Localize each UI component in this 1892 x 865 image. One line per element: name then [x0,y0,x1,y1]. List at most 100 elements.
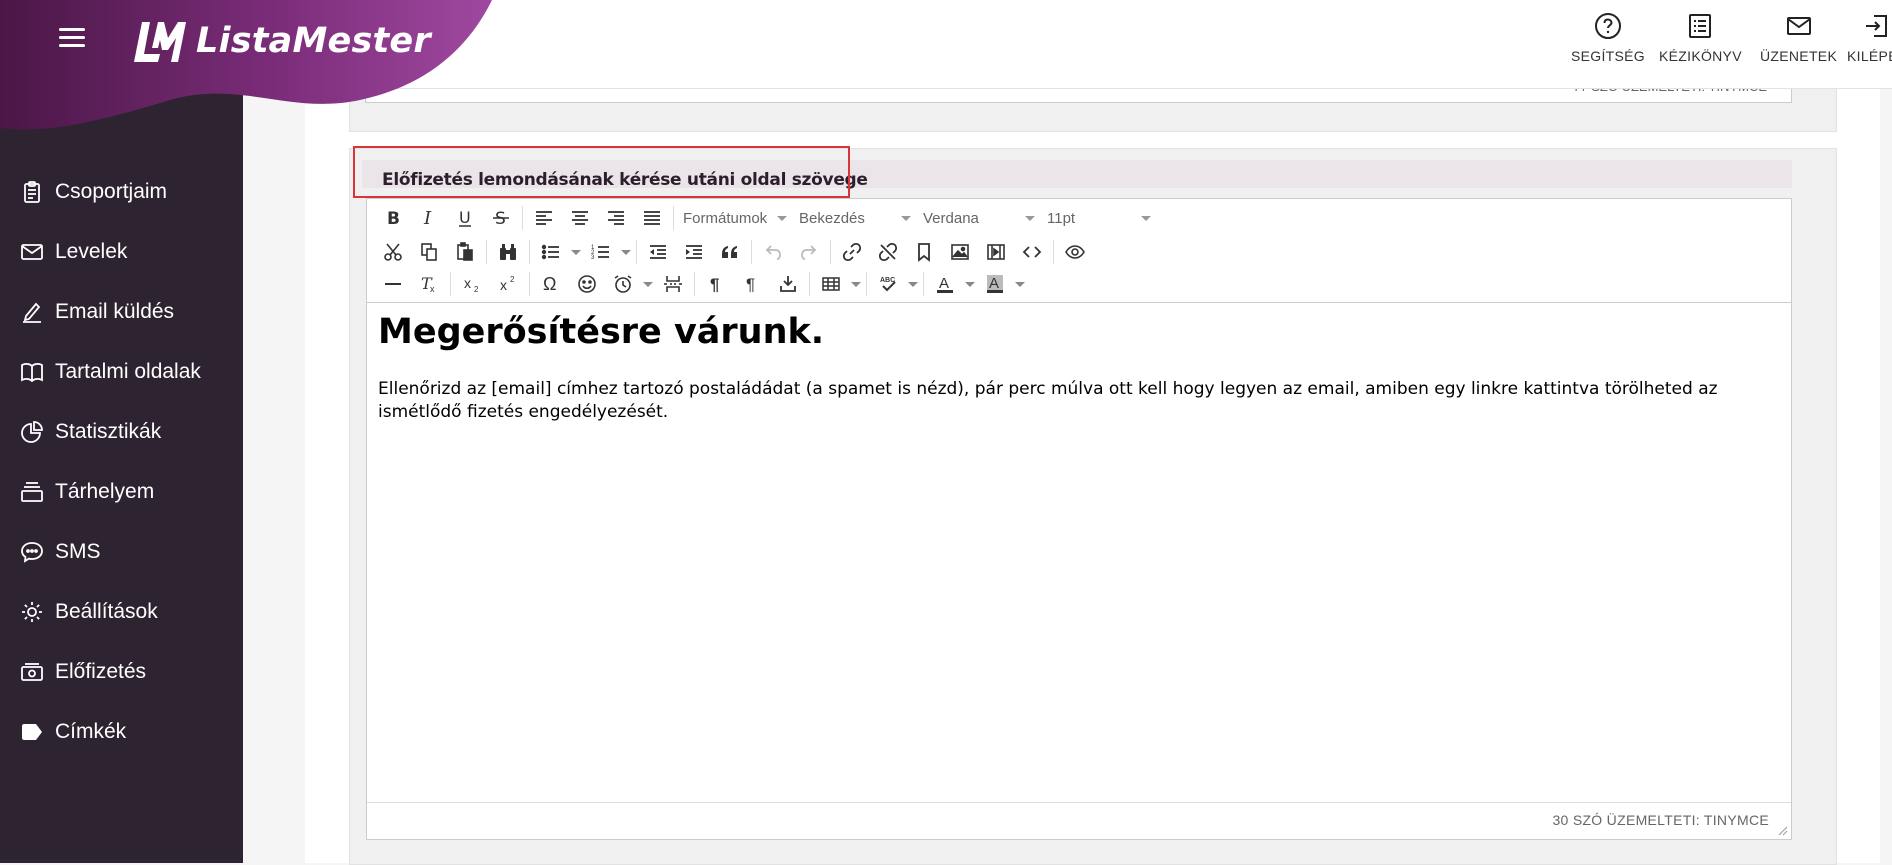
omega-icon: Ω [543,274,556,294]
indent-button[interactable] [676,237,712,267]
indent-icon [686,245,702,259]
font-family-dropdown[interactable]: Verdana [917,203,1041,233]
preview-button[interactable] [1057,237,1093,267]
messages-label: ÜZENETEK [1760,48,1838,64]
help-button[interactable]: SEGÍTSÉG [1571,12,1645,64]
insert-media-button[interactable] [978,237,1014,267]
editor-content[interactable]: Megerősítésre várunk. Ellenőrizd az [ema… [378,312,1775,424]
page-break-button[interactable] [655,269,691,299]
italic-button[interactable]: I [411,203,447,233]
block-format-dropdown[interactable]: Bekezdés [793,203,917,233]
sidebar-item-email-kuldes[interactable]: Email küldés [0,282,243,342]
page-break-icon [664,276,682,292]
sidebar-item-levelek[interactable]: Levelek [0,222,243,282]
special-character-button[interactable]: Ω [533,269,569,299]
align-justify-button[interactable] [634,203,670,233]
unlink-icon [878,242,898,262]
logout-button[interactable]: KILÉPÉS [1847,12,1892,64]
insert-link-button[interactable] [834,237,870,267]
copy-button[interactable] [411,237,447,267]
font-family-label: Verdana [923,209,979,227]
sidebar-item-beallitasok[interactable]: Beállítások [0,582,243,642]
find-replace-button[interactable] [490,237,526,267]
show-invisibles-button[interactable]: ¶ [734,269,770,299]
background-color-options-caret[interactable] [1013,269,1027,299]
text-color-button[interactable]: A [927,269,963,299]
storage-icon [21,482,43,502]
spellcheck-options-caret[interactable] [906,269,920,299]
menu-toggle-button[interactable] [59,28,85,50]
formats-dropdown[interactable]: Formátumok [677,203,793,233]
show-blocks-button[interactable]: ¶ [698,269,734,299]
underline-button[interactable]: U [447,203,483,233]
sidebar-item-statisztikak[interactable]: Statisztikák [0,402,243,462]
sidebar-item-sms[interactable]: SMS [0,522,243,582]
table-options-caret[interactable] [849,269,863,299]
bullet-list-options-caret[interactable] [569,237,583,267]
align-left-button[interactable] [526,203,562,233]
toolbar-separator [1053,240,1054,264]
bullet-list-icon [541,244,559,260]
paste-button[interactable] [447,237,483,267]
strikethrough-button[interactable]: S [483,203,519,233]
cut-button[interactable] [375,237,411,267]
sidebar-item-cimkek[interactable]: Címkék [0,702,243,762]
insert-datetime-button[interactable] [605,269,641,299]
manual-button[interactable]: KÉZIKÖNYV [1659,12,1742,64]
table-button[interactable] [813,269,849,299]
resize-handle-icon[interactable] [1778,826,1788,836]
binoculars-icon [500,244,516,260]
listamester-logo-icon [134,22,186,62]
paste-icon [457,242,473,261]
align-right-button[interactable] [598,203,634,233]
logout-label: KILÉPÉS [1847,48,1892,64]
brand-logo[interactable]: ListaMester [130,18,431,64]
datetime-options-caret[interactable] [641,269,655,299]
font-size-dropdown[interactable]: 11pt [1041,203,1157,233]
svg-text:2: 2 [474,285,479,294]
numbered-list-icon: 123 [591,245,609,261]
sidebar-item-elofizetes[interactable]: Előfizetés [0,642,243,702]
toolbar-separator [529,240,530,264]
align-center-button[interactable] [562,203,598,233]
question-circle-icon [1594,13,1621,39]
background-color-button[interactable]: A [977,269,1013,299]
text-color-options-caret[interactable] [963,269,977,299]
tag-icon [22,724,42,740]
subscript-button[interactable]: x2 [454,269,490,299]
italic-icon: I [423,208,432,228]
horizontal-rule-button[interactable] [375,269,411,299]
document-list-icon [1689,14,1712,38]
undo-button[interactable] [755,237,791,267]
undo-icon [765,245,781,260]
insert-image-button[interactable] [942,237,978,267]
bold-button[interactable]: B [375,203,411,233]
subscript-icon: x2 [464,275,479,294]
sidebar-item-tartalmi-oldalak[interactable]: Tartalmi oldalak [0,342,243,402]
clear-formatting-button[interactable]: Tx [411,269,447,299]
numbered-list-button[interactable]: 123 [583,237,619,267]
toolbar-separator [866,272,867,296]
sidebar-item-label: Beállítások [55,600,158,623]
outdent-button[interactable] [640,237,676,267]
sidebar-item-csoportjaim[interactable]: Csoportjaim [0,162,243,222]
bullet-list-button[interactable] [533,237,569,267]
emoticons-button[interactable] [569,269,605,299]
numbered-list-options-caret[interactable] [619,237,633,267]
source-code-button[interactable] [1014,237,1050,267]
sidebar-item-tarhelyem[interactable]: Tárhelyem [0,462,243,522]
superscript-button[interactable]: x2 [490,269,526,299]
manual-label: KÉZIKÖNYV [1659,48,1742,64]
insert-template-button[interactable] [770,269,806,299]
unlink-button[interactable] [870,237,906,267]
svg-text:x: x [500,277,507,293]
messages-button[interactable]: ÜZENETEK [1760,12,1837,64]
superscript-icon: x2 [500,275,515,293]
pilcrow-icon: ¶ [710,275,719,294]
envelope-icon [21,244,43,260]
brand-name: ListaMester [196,21,431,61]
blockquote-button[interactable] [712,237,748,267]
anchor-button[interactable] [906,237,942,267]
redo-button[interactable] [791,237,827,267]
spellcheck-button[interactable]: ABC [870,269,906,299]
